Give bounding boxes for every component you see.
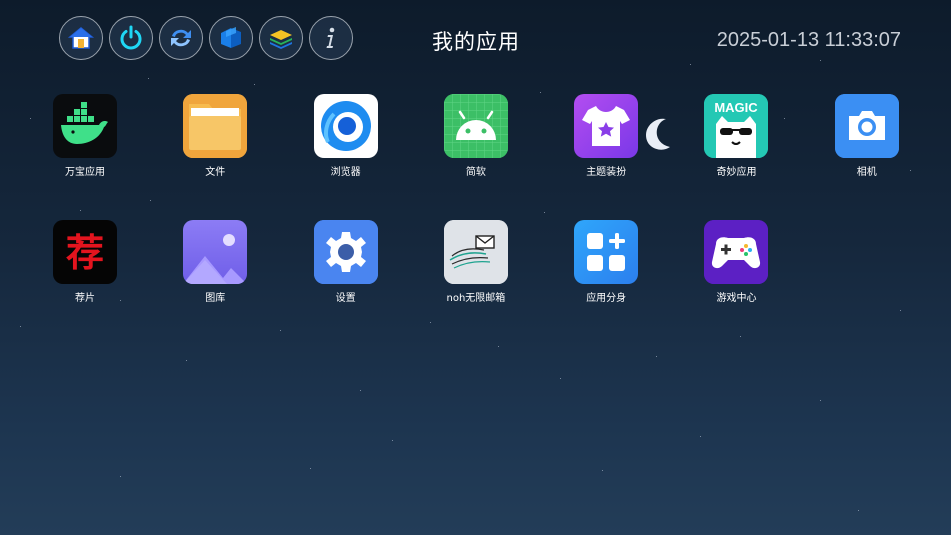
app-label: 荐片 — [75, 293, 95, 304]
app-theme[interactable]: 主题装扮 — [565, 94, 647, 220]
refresh-button[interactable] — [159, 16, 203, 60]
settings-gear-icon — [313, 220, 378, 284]
info-icon — [326, 27, 335, 48]
gallery-icon — [183, 220, 248, 284]
svg-text:荐: 荐 — [66, 230, 104, 275]
app-label: 游戏中心 — [716, 293, 757, 304]
camera-icon — [834, 94, 899, 158]
layers-icon — [270, 30, 292, 49]
app-game-center[interactable]: 游戏中心 — [695, 220, 777, 346]
power-button[interactable] — [109, 16, 153, 60]
app-settings[interactable]: 设置 — [305, 220, 387, 346]
app-magic[interactable]: MAGIC 奇妙应用 — [695, 94, 777, 220]
app-wanbao[interactable]: 万宝应用 — [44, 94, 126, 220]
svg-text:MAGIC: MAGIC — [715, 100, 759, 115]
home-icon — [67, 27, 95, 49]
app-files[interactable]: 文件 — [174, 94, 256, 220]
app-gallery[interactable]: 图库 — [174, 220, 256, 346]
power-icon — [120, 25, 142, 50]
app-grid: 万宝应用 文件 浏览器 简软 主题装扮 MAGIC 奇妙应用 相机 荐 荐片 图… — [44, 94, 951, 346]
app-clone[interactable]: 应用分身 — [565, 220, 647, 346]
app-label: 图库 — [205, 293, 226, 304]
browser-icon — [313, 94, 378, 158]
app-label: 万宝应用 — [65, 167, 105, 178]
app-label: noh无限邮箱 — [446, 293, 506, 304]
app-clone-icon — [574, 220, 639, 284]
app-browser[interactable]: 浏览器 — [305, 94, 387, 220]
mail-icon — [443, 220, 508, 284]
app-label: 相机 — [856, 167, 877, 178]
app-jianruan[interactable]: 简软 — [435, 94, 517, 220]
app-noh-mail[interactable]: noh无限邮箱 — [435, 220, 517, 346]
android-icon — [443, 94, 508, 158]
app-camera[interactable]: 相机 — [826, 94, 908, 220]
gamepad-icon — [704, 220, 769, 284]
page-title: 我的应用 — [432, 30, 520, 54]
app-jianpian[interactable]: 荐 荐片 — [44, 220, 126, 346]
layers-button[interactable] — [259, 16, 303, 60]
home-button[interactable] — [59, 16, 103, 60]
app-label: 简软 — [465, 167, 486, 178]
info-button[interactable] — [309, 16, 353, 60]
magic-cat-icon: MAGIC — [704, 94, 769, 158]
app-label: 奇妙应用 — [716, 167, 757, 178]
cube-button[interactable] — [209, 16, 253, 60]
app-label: 文件 — [205, 167, 226, 178]
top-toolbar — [59, 16, 353, 60]
refresh-icon — [171, 29, 191, 47]
docker-whale-icon — [53, 94, 117, 158]
tshirt-icon — [574, 94, 639, 158]
app-label: 浏览器 — [330, 167, 361, 178]
app-label: 主题装扮 — [586, 167, 627, 178]
folder-icon — [183, 94, 248, 158]
cube-icon — [221, 27, 241, 48]
app-label: 应用分身 — [586, 293, 627, 304]
jianpian-icon: 荐 — [53, 220, 117, 284]
app-label: 设置 — [335, 293, 356, 304]
datetime-display: 2025-01-13 11:33:07 — [716, 29, 901, 51]
